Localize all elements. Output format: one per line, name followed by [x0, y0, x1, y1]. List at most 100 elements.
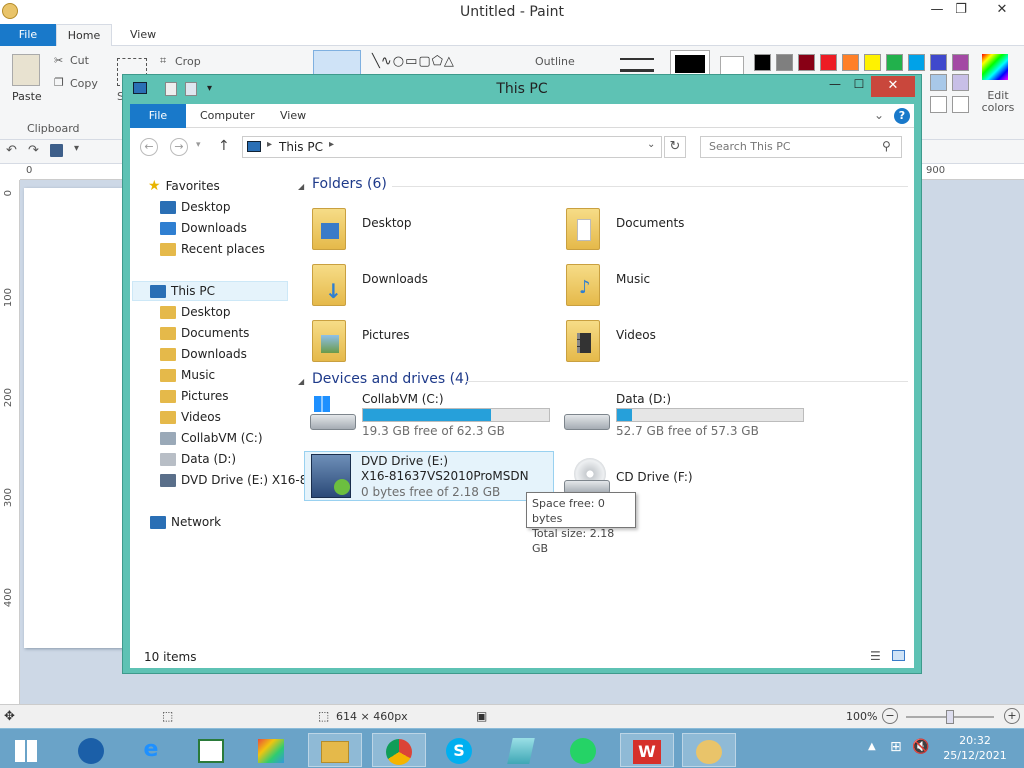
folder-item[interactable]: Videos: [564, 318, 804, 366]
volume-muted-icon[interactable]: 🔇: [912, 739, 929, 755]
ribbon-expand-icon[interactable]: ⌄: [874, 108, 884, 122]
network-tray-icon[interactable]: ⊞: [890, 739, 902, 755]
large-icons-view-icon[interactable]: [892, 650, 905, 661]
nav-network[interactable]: Network: [150, 512, 221, 532]
address-dropdown-icon[interactable]: ⌄: [647, 139, 655, 150]
collapse-icon[interactable]: ◢: [298, 377, 304, 386]
folder-item[interactable]: Desktop: [310, 206, 550, 254]
paint-tab-file[interactable]: File: [0, 24, 56, 46]
copy-button[interactable]: Copy: [70, 77, 98, 90]
paste-button[interactable]: Paste: [12, 90, 42, 103]
nav-pc-music[interactable]: Music: [160, 365, 215, 385]
palette-swatch[interactable]: [820, 54, 837, 71]
taskbar-store-icon[interactable]: [244, 733, 298, 767]
nav-pc-drive-e[interactable]: DVD Drive (E:) X16-8: [160, 470, 307, 490]
nav-pc-drive-d[interactable]: Data (D:): [160, 449, 236, 469]
palette-swatch[interactable]: [798, 54, 815, 71]
paint-tab-view[interactable]: View: [116, 24, 170, 46]
paint-maximize-button[interactable]: ❐: [946, 0, 976, 22]
clock[interactable]: 20:32 25/12/2021: [940, 733, 1010, 763]
taskbar-chrome-icon[interactable]: [372, 733, 426, 767]
chevron-right-icon[interactable]: ▸: [267, 139, 272, 150]
shapes-gallery[interactable]: ╲∿○▭▢⬠△: [372, 54, 455, 69]
explorer-minimize-button[interactable]: —: [823, 77, 847, 97]
outline-button[interactable]: Outline: [535, 55, 575, 68]
search-icon[interactable]: ⚲: [882, 139, 891, 153]
palette-swatch[interactable]: [776, 54, 793, 71]
taskbar-paint-icon[interactable]: [682, 733, 736, 767]
crop-button[interactable]: Crop: [175, 55, 201, 68]
palette-swatch[interactable]: [842, 54, 859, 71]
nav-pc-videos[interactable]: Videos: [160, 407, 221, 427]
new-folder-icon[interactable]: [185, 82, 197, 96]
explorer-qat-dropdown-icon[interactable]: ▾: [207, 83, 212, 94]
forward-button[interactable]: →: [170, 138, 188, 156]
show-hidden-icons-icon[interactable]: ▲: [868, 741, 876, 752]
save-icon[interactable]: [50, 144, 63, 157]
folder-item[interactable]: ↓ Downloads: [310, 262, 550, 310]
explorer-tab-computer[interactable]: Computer: [200, 104, 255, 128]
recent-locations-icon[interactable]: ▾: [196, 140, 201, 150]
palette-swatch-light-blue[interactable]: [930, 74, 947, 91]
palette-swatch[interactable]: [952, 54, 969, 71]
undo-icon[interactable]: ↶: [6, 143, 17, 158]
address-text[interactable]: This PC: [279, 140, 323, 154]
nav-favorites[interactable]: ★ Favorites: [148, 176, 220, 196]
taskbar-app2-icon[interactable]: [494, 733, 548, 767]
address-bar[interactable]: ▸ This PC ▸ ⌄: [242, 136, 662, 158]
taskbar-wps-icon[interactable]: W: [620, 733, 674, 767]
nav-this-pc[interactable]: This PC: [150, 281, 215, 301]
palette-swatch-empty[interactable]: [930, 96, 947, 113]
collapse-icon[interactable]: ◢: [298, 182, 304, 191]
explorer-tab-view[interactable]: View: [280, 104, 306, 128]
paste-icon[interactable]: [12, 54, 40, 86]
paint-close-button[interactable]: ✕: [982, 0, 1022, 22]
drive-item-d[interactable]: Data (D:) 52.7 GB free of 57.3 GB: [560, 392, 810, 440]
qat-dropdown-icon[interactable]: ▾: [74, 143, 79, 154]
zoom-out-button[interactable]: −: [882, 708, 898, 724]
taskbar-ie-icon[interactable]: e: [124, 733, 178, 767]
size-icon[interactable]: [620, 58, 654, 72]
back-button[interactable]: ←: [140, 138, 158, 156]
start-button[interactable]: [0, 733, 52, 767]
palette-swatch[interactable]: [864, 54, 881, 71]
edit-colors-icon[interactable]: [982, 54, 1008, 80]
folder-item[interactable]: ♪ Music: [564, 262, 804, 310]
devices-group-header[interactable]: Devices and drives (4): [312, 371, 469, 387]
zoom-slider-thumb[interactable]: [946, 710, 954, 724]
chevron-right-icon[interactable]: ▸: [329, 139, 334, 150]
nav-pc-documents[interactable]: Documents: [160, 323, 249, 343]
palette-swatch-lavender[interactable]: [952, 74, 969, 91]
taskbar-app-icon[interactable]: [184, 733, 238, 767]
search-input[interactable]: Search This PC: [700, 136, 902, 158]
palette-swatch[interactable]: [908, 54, 925, 71]
nav-fav-desktop[interactable]: Desktop: [160, 197, 231, 217]
redo-icon[interactable]: ↷: [28, 143, 39, 158]
explorer-maximize-button[interactable]: ☐: [847, 77, 871, 97]
taskbar-explorer-icon[interactable]: [308, 733, 362, 767]
palette-swatch-empty-2[interactable]: [952, 96, 969, 113]
folder-item[interactable]: Pictures: [310, 318, 550, 366]
palette-swatch[interactable]: [886, 54, 903, 71]
nav-pc-desktop[interactable]: Desktop: [160, 302, 231, 322]
nav-pc-downloads[interactable]: Downloads: [160, 344, 247, 364]
drive-item-c[interactable]: CollabVM (C:) 19.3 GB free of 62.3 GB: [306, 392, 556, 440]
edit-colors-button[interactable]: Edit colors: [978, 90, 1018, 114]
taskbar-hp-icon[interactable]: [64, 733, 118, 767]
help-icon[interactable]: ?: [894, 108, 910, 124]
nav-pc-drive-c[interactable]: CollabVM (C:): [160, 428, 263, 448]
nav-fav-downloads[interactable]: Downloads: [160, 218, 247, 238]
paint-tab-home[interactable]: Home: [56, 24, 112, 46]
folders-group-header[interactable]: Folders (6): [312, 176, 387, 192]
explorer-close-button[interactable]: ✕: [871, 76, 915, 97]
zoom-in-button[interactable]: +: [1004, 708, 1020, 724]
taskbar-whatsapp-icon[interactable]: [556, 733, 610, 767]
properties-icon[interactable]: [165, 82, 177, 96]
palette-swatch[interactable]: [930, 54, 947, 71]
details-view-icon[interactable]: ☰: [870, 649, 881, 663]
nav-fav-recent-places[interactable]: Recent places: [160, 239, 265, 259]
drive-item-e[interactable]: DVD Drive (E:) X16-81637VS2010ProMSDN 0 …: [304, 451, 554, 501]
taskbar-skype-icon[interactable]: S: [432, 733, 486, 767]
up-button[interactable]: ↑: [218, 138, 230, 154]
palette-swatch[interactable]: [754, 54, 771, 71]
